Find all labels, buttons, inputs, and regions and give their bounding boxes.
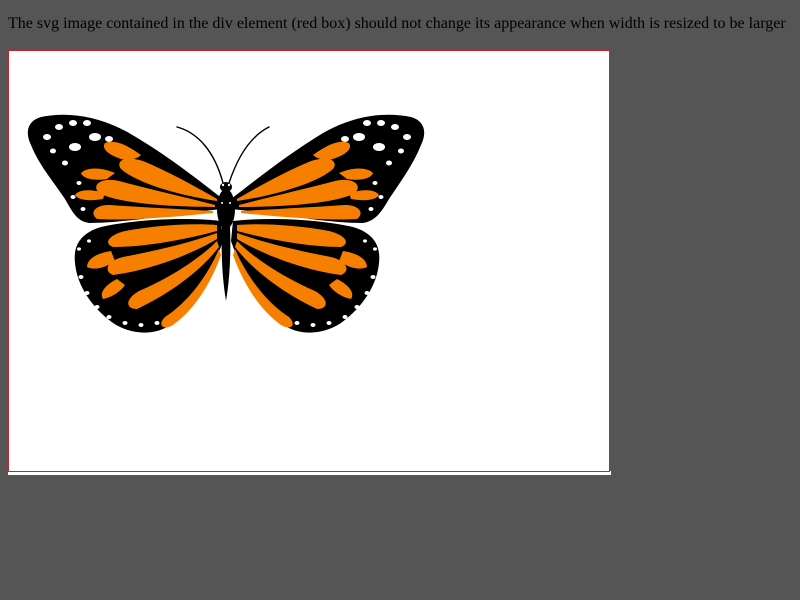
- svg-container-box: [8, 50, 610, 472]
- instruction-text: The svg image contained in the div eleme…: [8, 15, 786, 32]
- butterfly-icon: [27, 114, 425, 333]
